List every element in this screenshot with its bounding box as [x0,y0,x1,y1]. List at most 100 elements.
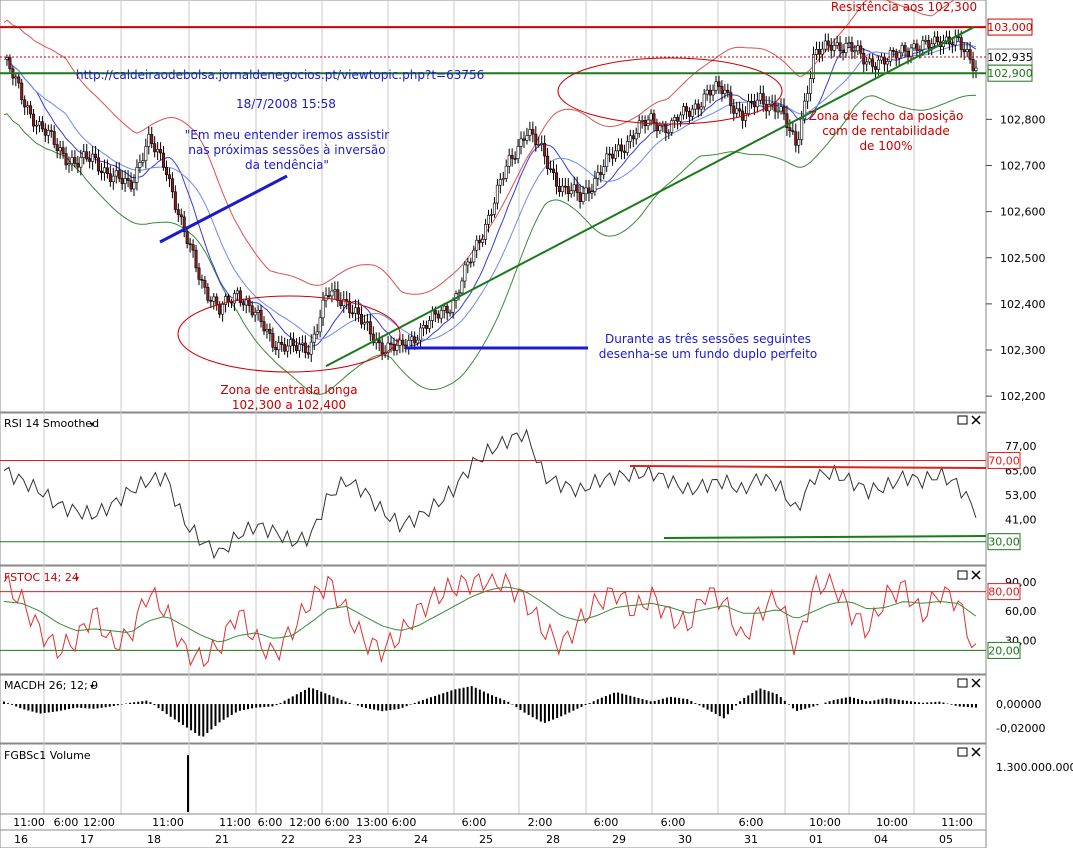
url-annotation[interactable]: http://caldeiraodebolsa.jornaldenegocios… [76,68,484,82]
x-day-label: 18 [147,833,161,846]
x-time-label: 10:00 [809,816,841,829]
candle-body [732,105,736,114]
candle-body [622,150,626,153]
candle-body [971,59,975,71]
candle-body [410,336,414,341]
quote-line-2: nas próximas sessões à inversão [188,143,385,157]
x-time-label: 13:00 [356,816,388,829]
candle-body [673,117,677,121]
candle-body [809,78,813,94]
candle-body [312,333,316,343]
stoch-level-label: 20,00 [988,644,1020,657]
candle-body [646,119,650,126]
x-time-label: 11:00 [219,816,251,829]
maximize-icon [957,415,968,425]
candle-body [156,149,160,153]
candle-body [776,110,780,113]
candle-body [853,50,857,53]
candle-body [596,172,600,179]
candle-body [788,127,792,131]
candle-body [76,163,80,168]
candle-body [749,101,753,103]
x-day-label: 24 [414,833,428,846]
candle-body [159,149,163,154]
candle-body [413,336,417,344]
x-time-label: 11:00 [152,816,184,829]
candle-body [256,309,260,313]
rsi-tick-label: 53,00 [1005,489,1037,502]
candle-body [888,50,892,62]
candle-body [55,144,59,152]
candle-body [711,89,715,96]
candle-body [965,49,969,53]
candle-body [475,239,479,251]
candle-body [294,345,298,351]
price-tick-label: 102,700 [1000,159,1046,172]
candle-body [401,339,405,346]
candle-body [79,157,83,168]
candle-body [664,124,668,133]
candle-body [274,346,278,351]
macd-dropdown-icon[interactable]: ▾ [90,682,94,691]
candle-body [560,185,564,192]
candle-body [439,310,443,319]
stoch-dropdown-icon[interactable]: ▾ [75,574,79,583]
candle-body [599,172,603,175]
candle-body [147,134,151,147]
x-time-label: 2:00 [528,816,553,829]
macd-panel [0,674,987,744]
candle-body [318,317,322,333]
candle-body [58,147,62,152]
candle-body [380,342,384,355]
candle-body [658,125,662,132]
x-time-label: 6:00 [462,816,487,829]
candle-body [433,310,437,315]
candle-body [504,165,508,179]
volume-tick-label: 1.300.000.000 [996,761,1073,774]
candle-body [735,108,739,114]
candle-body [882,56,886,65]
candle-body [747,101,751,114]
candle-body [135,167,139,183]
candle-body [241,302,245,306]
candle-body [868,58,872,63]
candle-body [64,153,68,166]
rsi-title: RSI 14 Smoothed [4,417,99,430]
candle-body [602,166,606,175]
candle-body [40,121,44,130]
candle-body [330,290,334,297]
candle-body [773,102,777,112]
candle-body [117,170,121,179]
x-time-label: 6:00 [661,816,686,829]
x-time-label: 6:00 [258,816,283,829]
candle-body [351,312,355,315]
price-tick-label: 102,600 [1000,206,1046,219]
candle-body [14,76,18,79]
entry-zone-line-2: 102,300 a 102,400 [232,398,346,412]
candle-body [377,339,381,344]
candle-body [649,113,653,121]
macd-title: MACDH 26; 12; 9 [4,679,98,692]
date-annotation: 18/7/2008 15:58 [236,97,336,111]
candle-body [791,130,795,133]
candle-body [794,131,798,146]
candle-body [32,113,36,127]
candle-body [354,307,358,314]
candle-body [244,299,248,306]
candle-body [67,163,71,166]
candle-body [359,313,363,325]
candle-body [927,39,931,48]
candle-body [959,37,963,50]
rsi-dropdown-icon[interactable]: ▾ [90,420,94,429]
exit-zone-line-2: com de rentabilidade [822,124,950,138]
candle-body [856,45,860,52]
candle-body [614,150,618,159]
macd-tick-label: 0,00000 [996,698,1042,711]
candle-body [962,49,966,53]
candle-body [779,106,783,112]
volume-title: FGBSc1 Volume [4,749,91,762]
candle-body [525,135,529,141]
candle-body [702,93,706,108]
candle-body [436,313,440,319]
candle-body [73,157,77,164]
